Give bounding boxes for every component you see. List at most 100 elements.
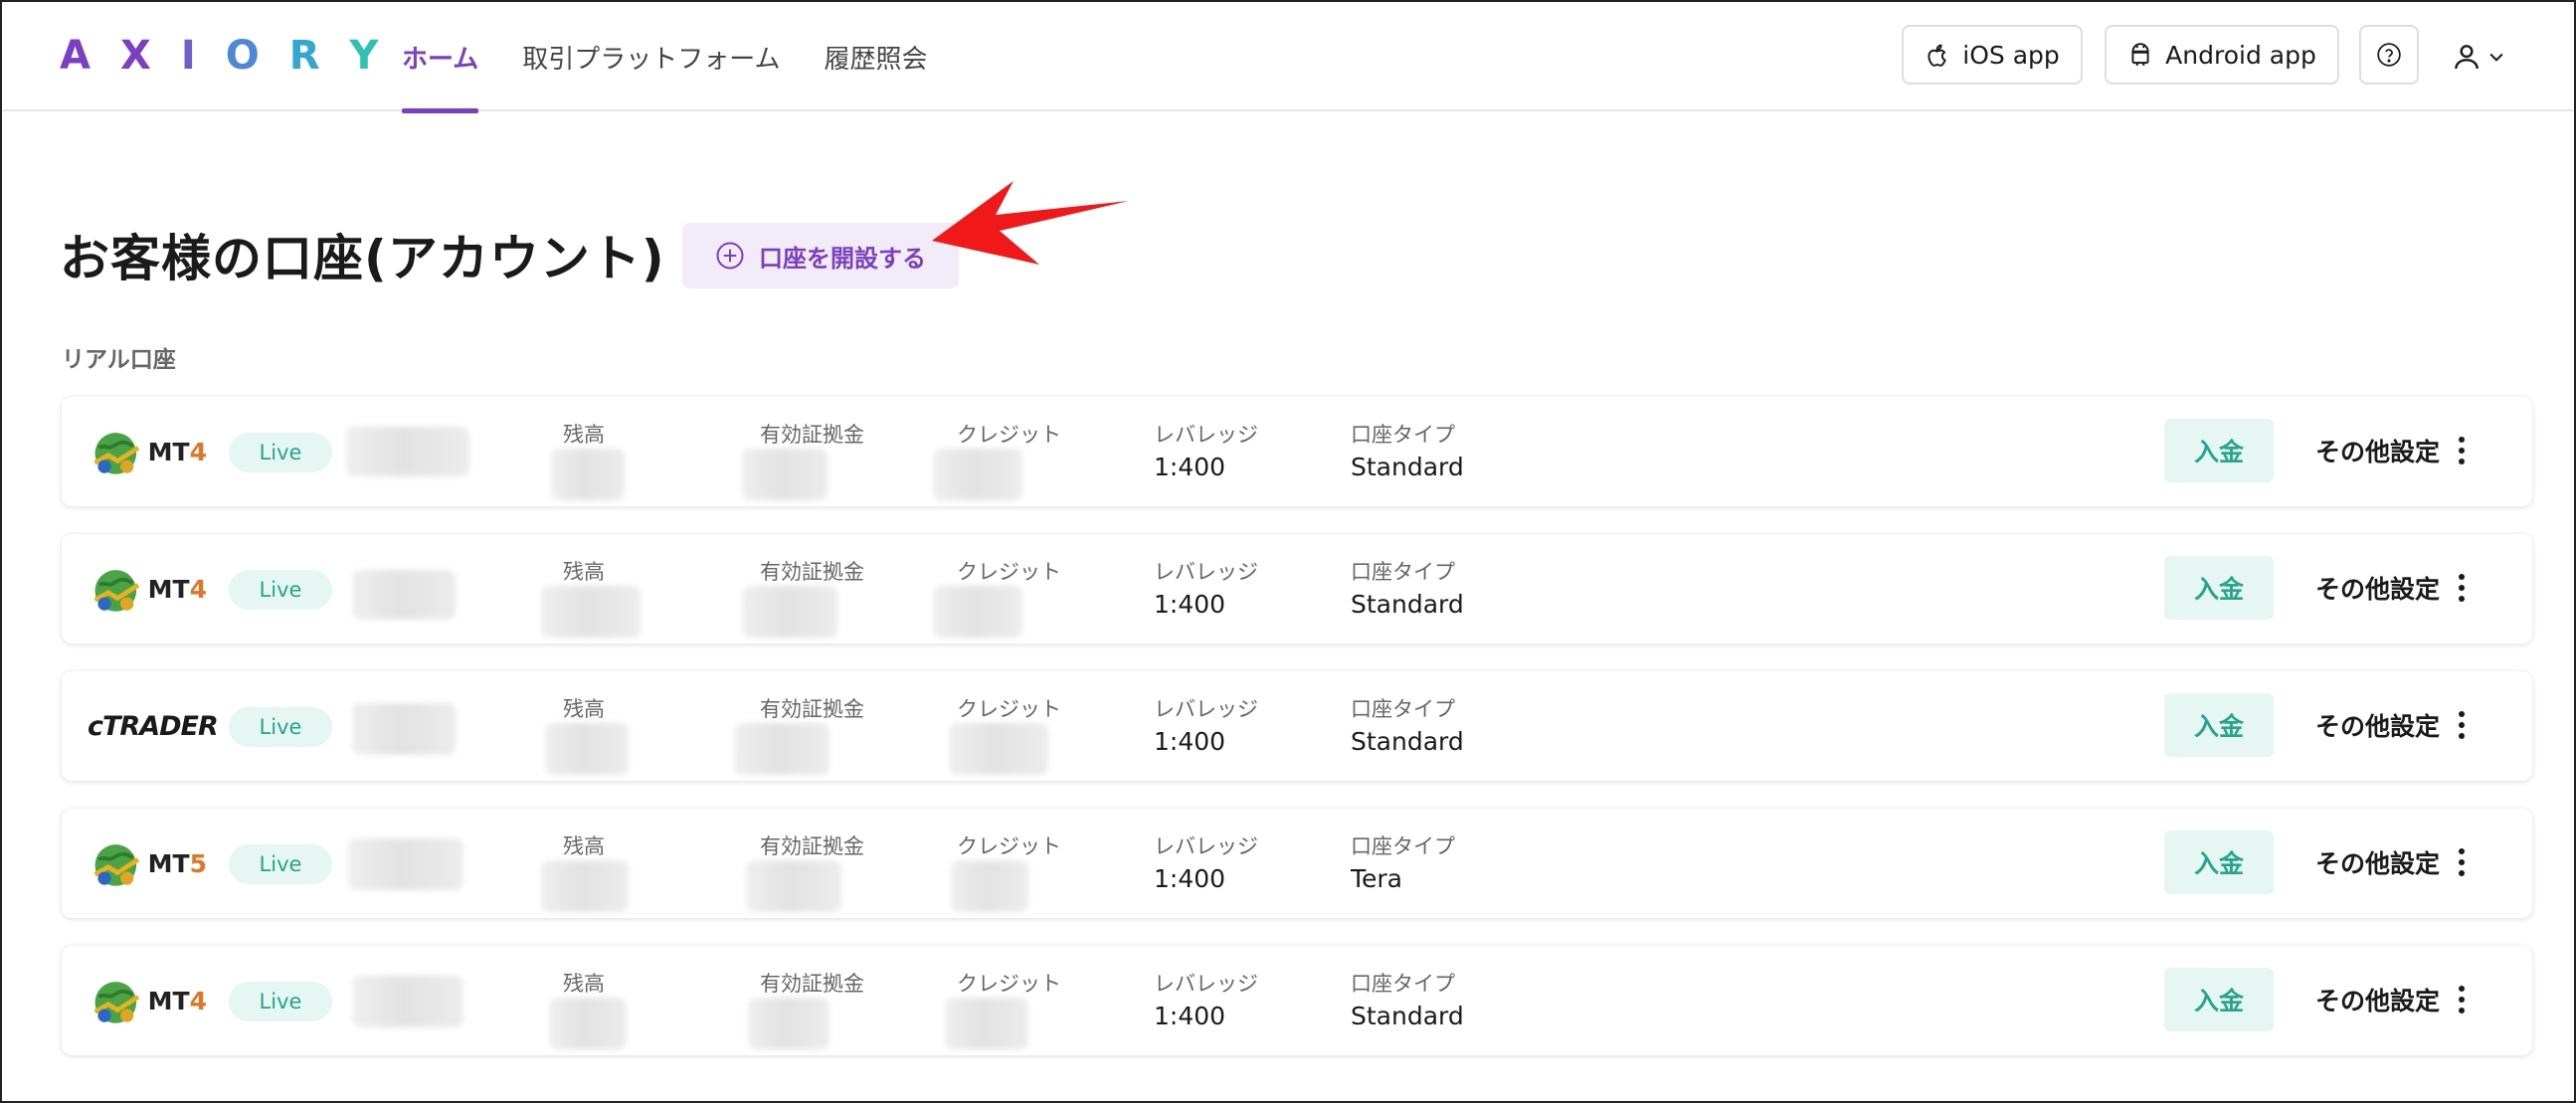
page-title: お客様の口座(アカウント) bbox=[60, 230, 665, 287]
help-button[interactable] bbox=[2359, 25, 2419, 85]
margin-value-redacted bbox=[734, 723, 829, 775]
android-icon bbox=[2131, 43, 2149, 66]
account-number-redacted bbox=[348, 838, 463, 890]
nav-history[interactable]: 履歴照会 bbox=[824, 2, 927, 111]
account-number-redacted bbox=[352, 703, 456, 755]
account-number-redacted bbox=[352, 976, 463, 1027]
nav-home[interactable]: ホーム bbox=[402, 2, 479, 113]
logo-letter: A bbox=[60, 33, 120, 79]
margin-field: 有効証拠金 bbox=[760, 693, 864, 723]
live-badge: Live bbox=[229, 982, 332, 1021]
credit-value-redacted bbox=[933, 586, 1022, 638]
platform-name: MT4 bbox=[147, 986, 207, 1015]
kebab-menu-icon bbox=[2458, 711, 2466, 739]
leverage-value: 1:400 bbox=[1154, 1002, 1226, 1030]
balance-label: 残高 bbox=[563, 423, 605, 447]
account-type-label: 口座タイプ bbox=[1351, 697, 1455, 721]
platform-name: MT4 bbox=[147, 437, 207, 466]
question-icon bbox=[2377, 43, 2401, 67]
balance-label: 残高 bbox=[563, 834, 605, 858]
margin-label: 有効証拠金 bbox=[760, 697, 864, 721]
margin-label: 有効証拠金 bbox=[760, 560, 864, 584]
account-type-label: 口座タイプ bbox=[1351, 423, 1455, 447]
account-list: MT4 Live 残高 有効証拠金 クレジット レバレッジ 1:400 口座タイ… bbox=[62, 397, 2532, 1083]
account-type-field: 口座タイプ Standard bbox=[1351, 693, 1464, 756]
metatrader-globe-icon bbox=[93, 570, 140, 612]
account-number-redacted bbox=[352, 570, 456, 620]
logo-letter: O bbox=[225, 33, 289, 79]
credit-value-redacted bbox=[951, 860, 1028, 912]
deposit-button[interactable]: 入金 bbox=[2164, 556, 2274, 620]
balance-field: 残高 bbox=[563, 556, 605, 586]
account-row: MT4 Live 残高 有効証拠金 クレジット レバレッジ 1:400 口座タイ… bbox=[62, 946, 2532, 1055]
leverage-label: レバレッジ bbox=[1154, 560, 1258, 584]
margin-label: 有効証拠金 bbox=[760, 423, 864, 447]
credit-field: クレジット bbox=[957, 693, 1061, 723]
top-header: A X I O R Y ホーム 取引プラットフォーム 履歴照会 iOS app … bbox=[2, 2, 2574, 113]
account-type-field: 口座タイプ Standard bbox=[1351, 968, 1464, 1030]
other-settings-label: その他設定 bbox=[2315, 438, 2441, 466]
credit-value-redacted bbox=[933, 449, 1022, 500]
axiory-logo[interactable]: A X I O R Y bbox=[60, 30, 409, 82]
other-settings-label: その他設定 bbox=[2315, 575, 2441, 604]
other-settings-button[interactable]: その他設定 bbox=[2315, 705, 2466, 745]
kebab-menu-icon bbox=[2458, 848, 2466, 876]
other-settings-button[interactable]: その他設定 bbox=[2315, 568, 2466, 608]
other-settings-button[interactable]: その他設定 bbox=[2315, 842, 2466, 882]
open-account-button[interactable]: 口座を開設する bbox=[682, 223, 959, 288]
platform-logo: MT5 bbox=[88, 830, 207, 896]
account-type-value: Standard bbox=[1351, 590, 1464, 619]
leverage-value: 1:400 bbox=[1154, 864, 1226, 893]
credit-value-redacted bbox=[945, 998, 1028, 1049]
logo-letter: R bbox=[288, 33, 350, 79]
kebab-menu-icon bbox=[2458, 574, 2466, 602]
account-type-value: Standard bbox=[1351, 727, 1464, 756]
ios-app-label: iOS app bbox=[1962, 40, 2060, 70]
metatrader-globe-icon bbox=[93, 982, 140, 1023]
account-type-value: Tera bbox=[1351, 864, 1403, 893]
deposit-button[interactable]: 入金 bbox=[2164, 419, 2274, 482]
chevron-down-icon bbox=[2489, 53, 2503, 62]
logo-letter: Y bbox=[349, 33, 409, 79]
apple-icon bbox=[1928, 44, 1947, 67]
android-app-button[interactable]: Android app bbox=[2105, 25, 2339, 85]
account-type-field: 口座タイプ Tera bbox=[1351, 830, 1455, 893]
balance-value-redacted bbox=[545, 723, 629, 775]
balance-field: 残高 bbox=[563, 968, 605, 998]
margin-field: 有効証拠金 bbox=[760, 556, 864, 586]
platform-logo: MT4 bbox=[88, 968, 207, 1033]
margin-label: 有効証拠金 bbox=[760, 834, 864, 858]
account-row: MT4 Live 残高 有効証拠金 クレジット レバレッジ 1:400 口座タイ… bbox=[62, 534, 2532, 643]
user-menu[interactable] bbox=[2451, 32, 2510, 82]
ios-app-button[interactable]: iOS app bbox=[1902, 25, 2083, 85]
leverage-label: レバレッジ bbox=[1154, 834, 1258, 858]
plus-circle-icon bbox=[716, 242, 744, 270]
account-type-label: 口座タイプ bbox=[1351, 560, 1455, 584]
deposit-button[interactable]: 入金 bbox=[2164, 968, 2274, 1031]
balance-value-redacted bbox=[551, 449, 625, 500]
margin-label: 有効証拠金 bbox=[760, 972, 864, 996]
account-type-field: 口座タイプ Standard bbox=[1351, 419, 1464, 481]
other-settings-label: その他設定 bbox=[2315, 849, 2441, 878]
kebab-menu-icon bbox=[2458, 986, 2466, 1013]
account-row: MT4 Live 残高 有効証拠金 クレジット レバレッジ 1:400 口座タイ… bbox=[62, 397, 2532, 506]
balance-label: 残高 bbox=[563, 697, 605, 721]
account-type-label: 口座タイプ bbox=[1351, 834, 1455, 858]
open-account-label: 口座を開設する bbox=[759, 244, 926, 273]
leverage-value: 1:400 bbox=[1154, 590, 1226, 619]
credit-field: クレジット bbox=[957, 556, 1061, 586]
credit-value-redacted bbox=[949, 723, 1048, 775]
metatrader-globe-icon bbox=[93, 844, 140, 886]
other-settings-button[interactable]: その他設定 bbox=[2315, 431, 2466, 470]
leverage-label: レバレッジ bbox=[1154, 972, 1258, 996]
margin-value-redacted bbox=[746, 860, 841, 912]
deposit-button[interactable]: 入金 bbox=[2164, 830, 2274, 894]
live-badge: Live bbox=[229, 433, 332, 472]
live-badge: Live bbox=[229, 570, 332, 610]
other-settings-button[interactable]: その他設定 bbox=[2315, 980, 2466, 1019]
balance-field: 残高 bbox=[563, 830, 605, 860]
deposit-button[interactable]: 入金 bbox=[2164, 693, 2274, 757]
nav-trading-platforms[interactable]: 取引プラットフォーム bbox=[522, 2, 780, 111]
margin-field: 有効証拠金 bbox=[760, 968, 864, 998]
balance-value-redacted bbox=[541, 860, 629, 912]
